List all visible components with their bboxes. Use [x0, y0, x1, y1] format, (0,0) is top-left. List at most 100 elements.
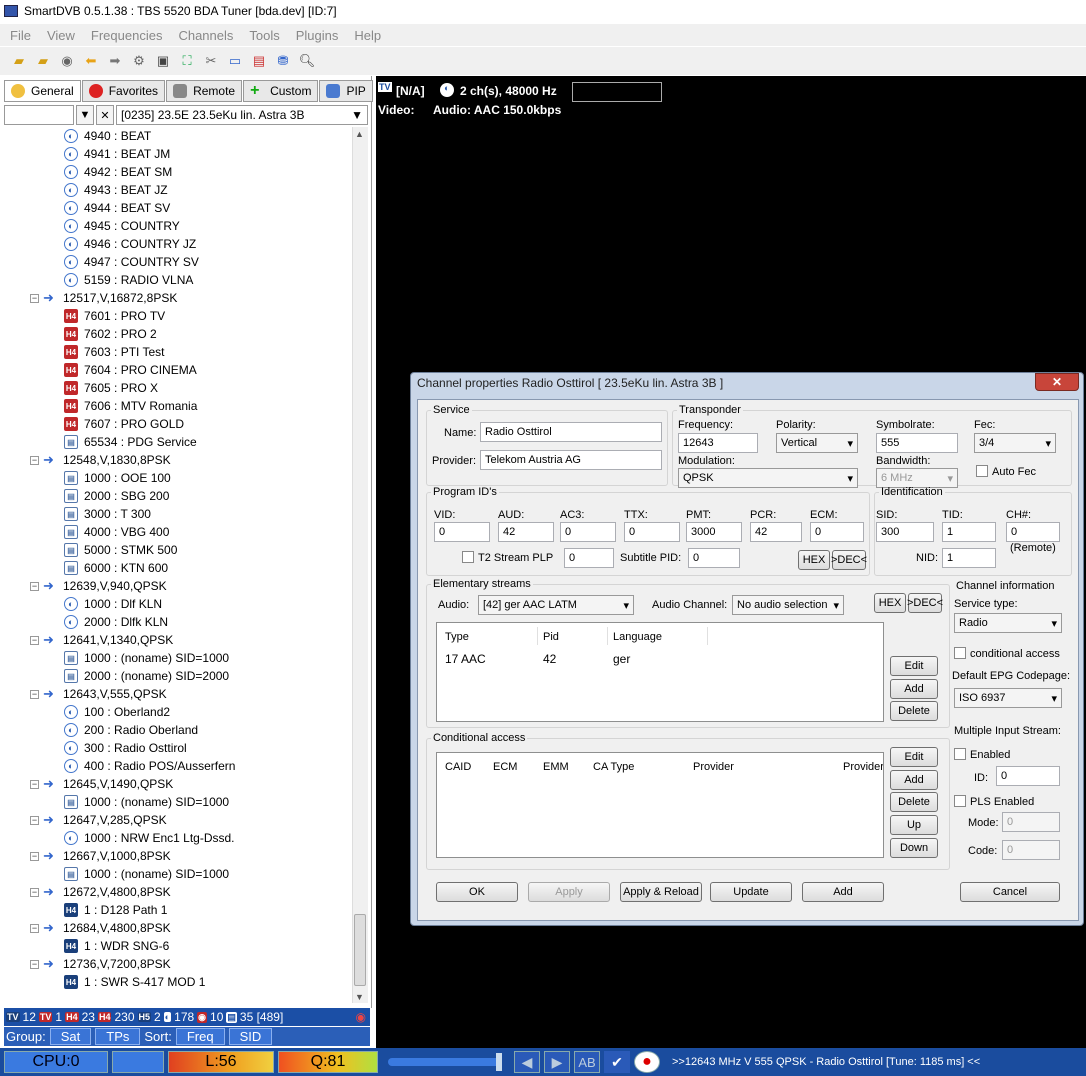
close-button[interactable]: ✕	[1035, 373, 1079, 391]
channel-item[interactable]: ▤ 1000 : (noname) SID=1000	[64, 865, 229, 883]
channel-item[interactable]: ◐ 2000 : Dlfk KLN	[64, 613, 168, 631]
channel-item[interactable]: ◐ 4946 : COUNTRY JZ	[64, 235, 196, 253]
channel-item[interactable]: H4 7602 : PRO 2	[64, 325, 157, 343]
channel-item[interactable]: ◐ 100 : Oberland2	[64, 703, 170, 721]
pmt-field[interactable]: 3000	[686, 522, 742, 542]
collapse-icon[interactable]: −	[30, 815, 39, 825]
tree-scrollbar[interactable]	[352, 127, 368, 1003]
channel-item[interactable]: ▤ 5000 : STMK 500	[64, 541, 177, 559]
channel-item[interactable]: ◐ 1000 : Dlf KLN	[64, 595, 162, 613]
channel-item[interactable]: ▤ 1000 : OOE 100	[64, 469, 171, 487]
channel-item[interactable]: H4 1 : WDR SNG-6	[64, 937, 169, 955]
fullscreen-icon[interactable]: ⛶	[178, 52, 196, 70]
table-row[interactable]: 17 AAC 42 ger	[437, 647, 883, 666]
cancel-button[interactable]: Cancel	[960, 882, 1060, 902]
es-audio-select[interactable]: [42] ger AAC LATM ▾	[478, 595, 634, 615]
volume-thumb[interactable]	[496, 1053, 502, 1071]
collapse-icon[interactable]: −	[30, 923, 39, 933]
ch-field[interactable]: 0	[1006, 522, 1060, 542]
pls-mode-field[interactable]: 0	[1002, 812, 1060, 832]
menu-file[interactable]: File	[10, 28, 31, 43]
channel-item[interactable]: ▤ 1000 : (noname) SID=1000	[64, 649, 229, 667]
channel-item[interactable]: H4 7601 : PRO TV	[64, 307, 165, 325]
screen-icon[interactable]: ▣	[154, 52, 172, 70]
window-icon[interactable]: ▭	[226, 52, 244, 70]
filter-dropdown-button[interactable]: ▼	[76, 105, 94, 125]
ca-down-button[interactable]: Down	[890, 838, 938, 858]
menu-plugins[interactable]: Plugins	[296, 28, 339, 43]
prev-icon[interactable]: ◀	[514, 1051, 540, 1073]
add-button[interactable]: Add	[802, 882, 884, 902]
menu-tools[interactable]: Tools	[249, 28, 279, 43]
subtitle-field[interactable]: 0	[688, 548, 740, 568]
sort-freq-button[interactable]: Freq	[175, 1028, 225, 1045]
channel-item[interactable]: ▤ 4000 : VBG 400	[64, 523, 169, 541]
conditional-access-checkbox[interactable]	[954, 647, 966, 659]
channel-item[interactable]: ◐ 4944 : BEAT SV	[64, 199, 170, 217]
tid-field[interactable]: 1	[942, 522, 996, 542]
collapse-icon[interactable]: −	[30, 455, 39, 465]
sid-field[interactable]: 300	[876, 522, 934, 542]
ca-up-button[interactable]: Up	[890, 815, 938, 835]
transponder-node[interactable]: − ➜ 12643,V,555,QPSK	[30, 685, 167, 703]
channel-item[interactable]: ◐ 4941 : BEAT JM	[64, 145, 170, 163]
collapse-icon[interactable]: −	[30, 851, 39, 861]
t2-plp-checkbox[interactable]	[462, 551, 474, 563]
pls-enabled-checkbox[interactable]	[954, 795, 966, 807]
ecm-field[interactable]: 0	[810, 522, 864, 542]
scroll-thumb[interactable]	[354, 914, 366, 986]
channel-item[interactable]: ◐ 300 : Radio Osttirol	[64, 739, 187, 757]
pcr-field[interactable]: 42	[750, 522, 802, 542]
vid-field[interactable]: 0	[434, 522, 490, 542]
transponder-node[interactable]: − ➜ 12647,V,285,QPSK	[30, 811, 167, 829]
menu-channels[interactable]: Channels	[178, 28, 233, 43]
epg-codepage-select[interactable]: ISO 6937 ▾	[954, 688, 1062, 708]
autofec-checkbox[interactable]	[976, 465, 988, 477]
collapse-icon[interactable]: −	[30, 635, 39, 645]
es-delete-button[interactable]: Delete	[890, 701, 938, 721]
forward-icon[interactable]: ➡	[106, 52, 124, 70]
apply-button[interactable]: Apply	[528, 882, 610, 902]
mis-enabled-checkbox[interactable]	[954, 748, 966, 760]
bandwidth-select[interactable]: 6 MHz ▾	[876, 468, 958, 488]
ac3-field[interactable]: 0	[560, 522, 616, 542]
back-arrow-icon[interactable]: ⬅	[82, 52, 100, 70]
search-icon[interactable]: 🔍︎	[298, 52, 316, 70]
channel-item[interactable]: ▤ 2000 : (noname) SID=2000	[64, 667, 229, 685]
tab-custom[interactable]: + Custom	[243, 80, 319, 102]
transponder-node[interactable]: − ➜ 12736,V,7200,8PSK	[30, 955, 171, 973]
transponder-node[interactable]: − ➜ 12517,V,16872,8PSK	[30, 289, 177, 307]
es-dec-button[interactable]: >DEC<	[907, 593, 943, 613]
update-button[interactable]: Update	[710, 882, 792, 902]
menu-frequencies[interactable]: Frequencies	[91, 28, 163, 43]
nid-field[interactable]: 1	[942, 548, 996, 568]
channel-item[interactable]: ◐ 4943 : BEAT JZ	[64, 181, 168, 199]
channel-item[interactable]: H4 1 : SWR S-417 MOD 1	[64, 973, 205, 991]
satellite-select[interactable]: [0235] 23.5E 23.5eKu lin. Astra 3B ▼	[116, 105, 368, 125]
tab-general[interactable]: General	[4, 80, 81, 102]
epg-icon[interactable]: ▤	[250, 52, 268, 70]
transponder-node[interactable]: − ➜ 12641,V,1340,QPSK	[30, 631, 173, 649]
es-hex-button[interactable]: HEX	[874, 593, 906, 613]
ok-button[interactable]: OK	[436, 882, 518, 902]
tab-favorites[interactable]: Favorites	[81, 80, 166, 102]
settings-icon[interactable]: ⚙	[130, 52, 148, 70]
group-sat-button[interactable]: Sat	[49, 1028, 92, 1045]
channel-item[interactable]: ▤ 3000 : T 300	[64, 505, 151, 523]
menu-view[interactable]: View	[47, 28, 75, 43]
open-folder-icon[interactable]: ▰	[10, 52, 28, 70]
fec-select[interactable]: 3/4 ▾	[974, 433, 1056, 453]
channel-item[interactable]: H4 7604 : PRO CINEMA	[64, 361, 197, 379]
ca-add-button[interactable]: Add	[890, 770, 938, 790]
pls-code-field[interactable]: 0	[1002, 840, 1060, 860]
pid-dec-button[interactable]: >DEC<	[831, 550, 867, 570]
collapse-icon[interactable]: −	[30, 581, 39, 591]
volume-slider[interactable]	[388, 1053, 502, 1071]
transponder-node[interactable]: − ➜ 12672,V,4800,8PSK	[30, 883, 171, 901]
collapse-icon[interactable]: −	[30, 293, 39, 303]
ttx-field[interactable]: 0	[624, 522, 680, 542]
record-folder-icon[interactable]: ▰	[34, 52, 52, 70]
collapse-icon[interactable]: −	[30, 689, 39, 699]
next-icon[interactable]: ▶	[544, 1051, 570, 1073]
frequency-field[interactable]: 12643	[678, 433, 758, 453]
